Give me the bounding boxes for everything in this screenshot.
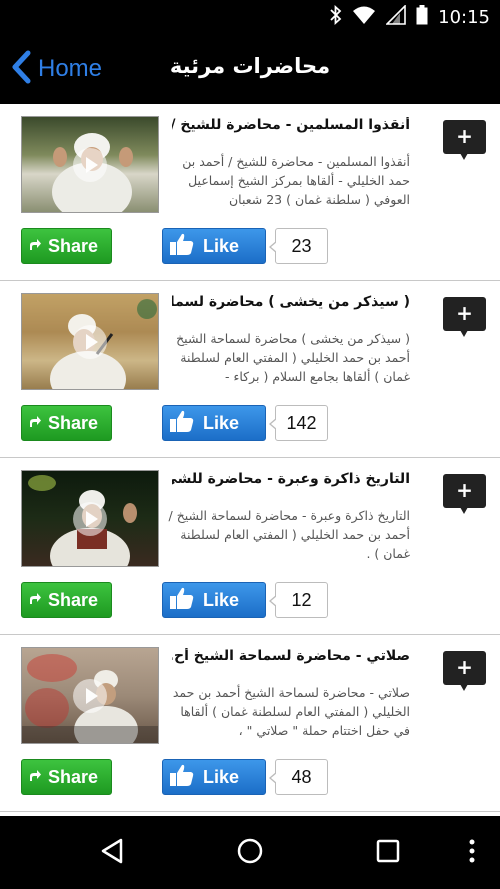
video-list-item[interactable]: صلاتي - محاضرة لسماحة الشيخ أح... صلاتي … — [0, 635, 500, 812]
like-button[interactable]: Like — [162, 228, 266, 264]
video-title[interactable]: ( سيذكر من يخشى ) محاضرة لسما... — [172, 294, 410, 310]
play-icon — [73, 147, 107, 182]
share-label: Share — [48, 766, 99, 787]
video-list-item[interactable]: أنقذوا المسلمين - محاضرة للشيخ / ... أنق… — [0, 104, 500, 281]
video-title[interactable]: صلاتي - محاضرة لسماحة الشيخ أح... — [172, 648, 410, 664]
video-title[interactable]: التاريخ ذاكرة وعبرة - محاضرة للشي... — [172, 471, 410, 487]
video-thumbnail[interactable] — [21, 647, 159, 744]
chevron-left-icon — [10, 50, 32, 88]
share-arrow-icon — [28, 590, 42, 611]
wifi-icon — [352, 5, 376, 29]
video-list-item[interactable]: التاريخ ذاكرة وعبرة - محاضرة للشي... الت… — [0, 458, 500, 635]
share-arrow-icon — [28, 413, 42, 434]
back-label: Home — [38, 55, 103, 82]
play-icon — [73, 678, 107, 713]
bluetooth-icon — [330, 4, 342, 29]
nav-home-button[interactable] — [230, 836, 270, 870]
video-thumbnail[interactable] — [21, 293, 159, 390]
battery-icon — [416, 5, 428, 29]
share-button[interactable]: Share — [21, 582, 112, 618]
video-thumbnail[interactable] — [21, 116, 159, 213]
nav-recents-button[interactable] — [368, 836, 408, 870]
status-bar: 10:15 — [0, 0, 500, 36]
like-label: Like — [203, 589, 240, 610]
video-thumbnail[interactable] — [21, 470, 159, 567]
thumbs-up-icon — [169, 408, 195, 439]
like-count: 48 — [269, 759, 328, 795]
like-label: Like — [203, 412, 240, 433]
like-button[interactable]: Like — [162, 582, 266, 618]
nav-overflow-button[interactable] — [452, 836, 492, 870]
video-list[interactable]: أنقذوا المسلمين - محاضرة للشيخ / ... أنق… — [0, 104, 500, 816]
app-bar: Home محاضرات مرئية — [0, 36, 500, 104]
like-count: 23 — [269, 228, 328, 264]
like-label: Like — [203, 766, 240, 787]
like-count: 12 — [269, 582, 328, 618]
video-description: صلاتي - محاضرة لسماحة الشيخ أحمد بن حمد … — [172, 685, 410, 738]
add-button[interactable]: + — [443, 474, 486, 514]
overflow-menu-icon — [468, 838, 476, 868]
recents-square-icon — [375, 838, 401, 868]
like-button[interactable]: Like — [162, 759, 266, 795]
share-label: Share — [48, 412, 99, 433]
add-button[interactable]: + — [443, 120, 486, 160]
share-label: Share — [48, 589, 99, 610]
back-triangle-icon — [99, 837, 125, 869]
thumbs-up-icon — [169, 585, 195, 616]
home-circle-icon — [236, 837, 264, 869]
play-icon — [73, 501, 107, 536]
video-description: ( سيذكر من يخشى ) محاضرة لسماحة الشيخ أح… — [176, 331, 410, 384]
status-time: 10:15 — [438, 6, 490, 28]
like-label: Like — [203, 235, 240, 256]
nav-back-button[interactable] — [92, 836, 132, 870]
video-description: أنقذوا المسلمين - محاضرة للشيخ / أحمد بن… — [182, 154, 410, 207]
play-icon — [73, 324, 107, 359]
like-count: 142 — [269, 405, 328, 441]
share-arrow-icon — [28, 767, 42, 788]
thumbs-up-icon — [169, 762, 195, 793]
add-button[interactable]: + — [443, 651, 486, 691]
add-button[interactable]: + — [443, 297, 486, 337]
like-button[interactable]: Like — [162, 405, 266, 441]
share-arrow-icon — [28, 236, 42, 257]
share-button[interactable]: Share — [21, 405, 112, 441]
page-title: محاضرات مرئية — [169, 54, 331, 78]
video-list-item[interactable]: ( سيذكر من يخشى ) محاضرة لسما... ( سيذكر… — [0, 281, 500, 458]
video-title[interactable]: أنقذوا المسلمين - محاضرة للشيخ / ... — [172, 117, 410, 133]
share-button[interactable]: Share — [21, 759, 112, 795]
system-nav-bar — [0, 816, 500, 889]
status-icons: 10:15 — [330, 4, 490, 29]
thumbs-up-icon — [169, 231, 195, 262]
video-description: التاريخ ذاكرة وعبرة - محاضرة لسماحة الشي… — [168, 508, 410, 561]
signal-icon — [385, 4, 406, 29]
share-button[interactable]: Share — [21, 228, 112, 264]
share-label: Share — [48, 235, 99, 256]
home-back-button[interactable]: Home — [10, 50, 102, 88]
